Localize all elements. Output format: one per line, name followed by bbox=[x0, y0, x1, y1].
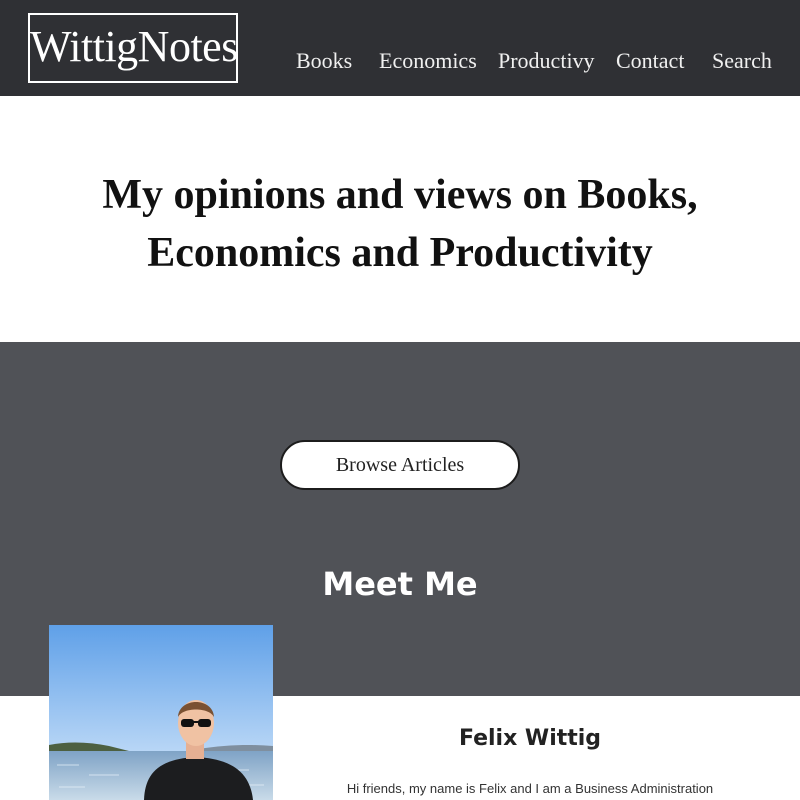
nav-productivity[interactable]: Productivy bbox=[498, 46, 595, 76]
hero-title-line-2: Economics and Productivity bbox=[147, 230, 653, 276]
hero-title-line-1: My opinions and views on Books, bbox=[102, 172, 698, 218]
nav-economics[interactable]: Economics bbox=[379, 46, 477, 76]
profile-photo bbox=[49, 625, 273, 800]
profile-name: Felix Wittig bbox=[458, 726, 602, 751]
nav-contact[interactable]: Contact bbox=[616, 46, 684, 76]
meet-me-heading: Meet Me bbox=[322, 565, 478, 603]
profile-intro-text: Hi friends, my name is Felix and I am a … bbox=[346, 781, 714, 796]
browse-articles-button[interactable]: Browse Articles bbox=[280, 440, 520, 490]
site-header: WittigNotes Books Economics Productivy C… bbox=[0, 0, 800, 96]
site-logo[interactable]: WittigNotes bbox=[28, 13, 238, 83]
hero-section: My opinions and views on Books, Economic… bbox=[0, 96, 800, 342]
nav-books[interactable]: Books bbox=[296, 46, 352, 76]
nav-search[interactable]: Search bbox=[712, 46, 772, 76]
hero-title: My opinions and views on Books, Economic… bbox=[60, 166, 740, 282]
